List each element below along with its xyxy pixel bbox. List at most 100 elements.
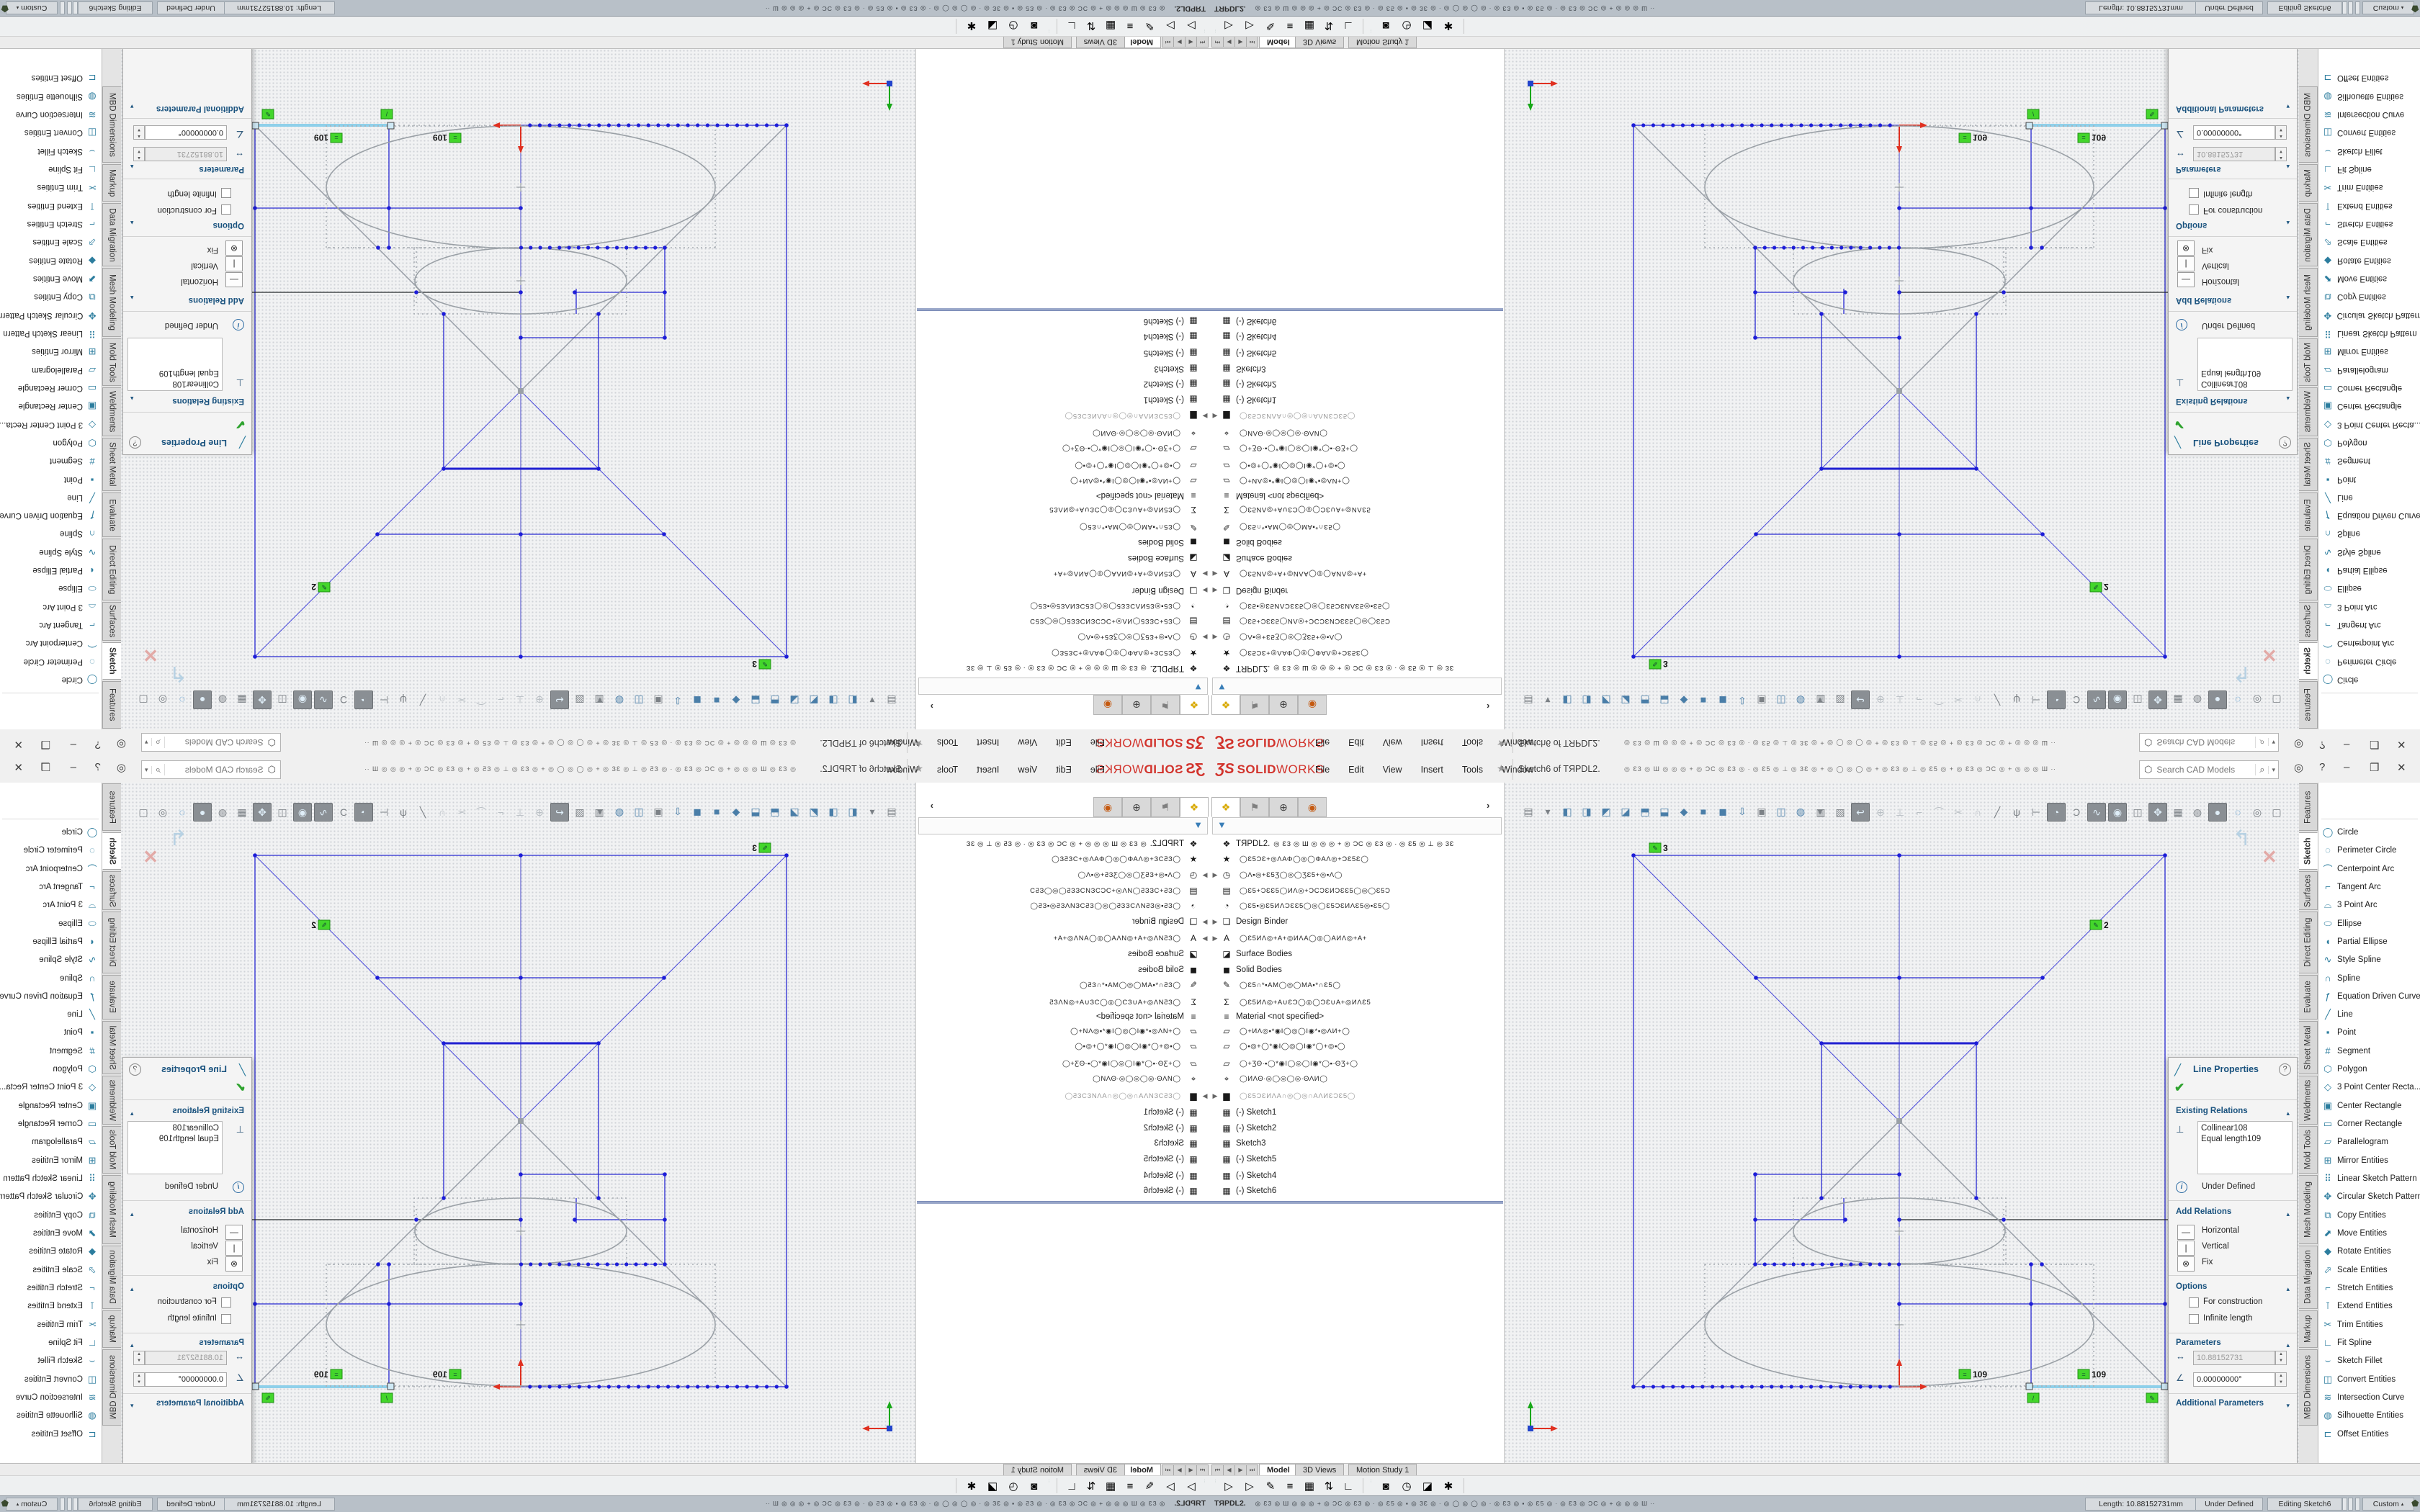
- commandmanager-tab[interactable]: Evaluate: [102, 975, 121, 1020]
- relation-vertical[interactable]: | Vertical: [123, 256, 251, 271]
- flyout-scale-entities[interactable]: ⬀ Scale Entities: [2318, 233, 2420, 251]
- compare-icon[interactable]: ▷: [1183, 17, 1200, 35]
- flyout-silhouette-entities[interactable]: ◍ Silhouette Entities: [0, 88, 102, 106]
- tree-row-history[interactable]: ▶ ◷ ◯Λ▪◎+Ɛ5Ʒ◯◎◯ƷƐ5+◎▪Λ◯: [1210, 867, 1343, 883]
- flyout-centerpoint-arc[interactable]: ⌒ Centerpoint Arc: [2318, 860, 2420, 878]
- table-icon[interactable]: ▦: [1301, 1477, 1318, 1495]
- tab-scroll-prev-button[interactable]: ◀: [1223, 36, 1235, 48]
- spinner-control[interactable]: ▲▼: [2275, 147, 2287, 161]
- parameter-input[interactable]: 0.00000000°: [145, 1372, 227, 1387]
- flyout-3-point-arc[interactable]: ⌓ 3 Point Arc: [2318, 896, 2420, 914]
- flyout-partial-ellipse[interactable]: ◖ Partial Ellipse: [0, 932, 102, 950]
- tree-row-favorites[interactable]: ★ ◯Ɛ5ƆƐ+◎ΛΑΦ◯◎◯ΦΑΛ◎+ƆƐ5Ɛ◯: [1210, 645, 1369, 661]
- menu-item[interactable]: View: [1379, 762, 1407, 778]
- commandmanager-tab[interactable]: Markup: [102, 164, 121, 202]
- flyout-move-entities[interactable]: ⬈ Move Entities: [0, 270, 102, 288]
- relation-fix[interactable]: ⊗ Fix: [123, 1256, 251, 1272]
- clock-status-icon[interactable]: ◷: [1398, 17, 1415, 35]
- toolbar-drag-handle[interactable]: ⋮⋮⋮: [1204, 1478, 1207, 1493]
- chart-icon[interactable]: ∟: [1340, 1477, 1357, 1495]
- unit-system-dropdown[interactable]: Custom ▴: [2362, 1498, 2414, 1511]
- flyout-style-spline[interactable]: ∿ Style Spline: [0, 544, 102, 562]
- tree-row-locked-folder[interactable]: ▶ ▆ ◯Ɛ5ƆƐИΛΑ∩◎◯◎∩ΑΛИƐƆƐ5◯: [1065, 1088, 1210, 1104]
- flyout-move-entities[interactable]: ⬈ Move Entities: [2318, 270, 2420, 288]
- menu-item[interactable]: File: [1086, 735, 1109, 751]
- relation-fix[interactable]: ⊗ Fix: [123, 240, 251, 256]
- spinner-control[interactable]: ▲▼: [2275, 1351, 2287, 1365]
- relation-button[interactable]: ⊗: [2177, 240, 2195, 256]
- configurationmanager-tab[interactable]: ⊕: [1122, 797, 1151, 817]
- menu-item[interactable]: Tools: [933, 735, 962, 751]
- flyout-equation-driven-curve[interactable]: ƒ Equation Driven Curve: [2318, 987, 2420, 1005]
- add-relations-header[interactable]: Add Relations: [2176, 296, 2231, 305]
- checkbox[interactable]: [221, 1314, 231, 1324]
- tree-splitter[interactable]: [917, 308, 1210, 311]
- tree-row-locked-folder[interactable]: ▶ ▆ ◯Ɛ5ƆƐИΛΑ∩◎◯◎∩ΑΛИƐƆƐ5◯: [1065, 408, 1210, 424]
- flyout-style-spline[interactable]: ∿ Style Spline: [2318, 544, 2420, 562]
- tree-row-design-binder[interactable]: ▶ ❏ Design Binder: [1129, 582, 1210, 598]
- account-icon[interactable]: ◎: [117, 738, 126, 751]
- tree-row-annotations[interactable]: ▶ A ◯Ɛ5ИΛ◎+Α+◎ИΛΑ◯◎◯ΑИΛ◎+Α+: [1210, 930, 1367, 946]
- relation-button[interactable]: —: [225, 1225, 243, 1240]
- tree-row-origin[interactable]: ⌖ ◯ИΛΘ∙◎◯◎◯◎∙ΘΛИ◯: [1210, 426, 1327, 441]
- flyout-trim-entities[interactable]: ✂ Trim Entities: [2318, 179, 2420, 197]
- tree-row-front-plane[interactable]: ▱ ◯+ИΛ◎▪*◉Ι◯◎◯Ι◉*▪◎ΛИ+◯: [1070, 473, 1210, 489]
- stack-icon[interactable]: ▷: [1162, 1477, 1179, 1495]
- flyout-center-rectangle[interactable]: ▣ Center Rectangle: [2318, 1097, 2420, 1115]
- parameters-header[interactable]: Parameters: [199, 165, 244, 174]
- tree-row-sketch3[interactable]: ▦ Sketch3: [1210, 361, 1270, 377]
- table-icon[interactable]: ▦: [1301, 17, 1318, 35]
- tag-icon[interactable]: ⬟: [1, 1498, 9, 1508]
- options-header[interactable]: Options: [213, 221, 244, 230]
- spinner-control[interactable]: ▲▼: [133, 125, 145, 140]
- flyout-center-rectangle[interactable]: ▣ Center Rectangle: [2318, 397, 2420, 415]
- close-button[interactable]: ✕: [14, 738, 23, 751]
- commandmanager-tab[interactable]: MBD Dimensions: [2299, 86, 2318, 163]
- flyout-copy-entities[interactable]: ⧉ Copy Entities: [2318, 288, 2420, 306]
- tree-row-right-plane[interactable]: ▱ ◯+ƷΘ∙▪◯*◉Ι◯◎◯Ι◉*◯▪∙ΘƷ+◯: [1062, 441, 1210, 456]
- menu-item[interactable]: Insert: [1417, 762, 1448, 778]
- panel-expand-chevron-icon[interactable]: ›: [931, 800, 933, 811]
- pm-help-icon[interactable]: ?: [2279, 436, 2291, 449]
- tree-row-locked-folder[interactable]: ▶ ▆ ◯Ɛ5ƆƐИΛΑ∩◎◯◎∩ΑΛИƐƆƐ5◯: [1210, 1088, 1355, 1104]
- panel-expand-chevron-icon[interactable]: ›: [1487, 800, 1489, 811]
- parameters-header[interactable]: Parameters: [2176, 1338, 2221, 1347]
- menu-item[interactable]: Insert: [972, 735, 1003, 751]
- flyout-convert-entities[interactable]: ◫ Convert Entities: [0, 124, 102, 142]
- parameter-input[interactable]: 0.00000000°: [145, 125, 227, 140]
- flyout-3-point-arc[interactable]: ⌓ 3 Point Arc: [2318, 598, 2420, 616]
- checkbox[interactable]: [2189, 1297, 2199, 1308]
- tree-row-selection-sets[interactable]: ▤ ◯Ɛ5+ƆƐƐ5◯ИΛ◎+ƆCƆƐИƆƐƐ5◯◎◯Ɛ5Ɔ: [1030, 613, 1210, 629]
- checkbox[interactable]: [2189, 1314, 2199, 1324]
- flyout-tangent-arc[interactable]: ⌐ Tangent Arc: [0, 878, 102, 896]
- tab-scroll-first-button[interactable]: ⏮: [1211, 36, 1224, 48]
- tree-row-material[interactable]: ≡ Material <not specified>: [1210, 487, 1327, 503]
- tree-row-design-binder[interactable]: ▶ ❏ Design Binder: [1210, 914, 1291, 930]
- checkbox[interactable]: [221, 1297, 231, 1308]
- flyout-rotate-entities[interactable]: ◆ Rotate Entities: [2318, 252, 2420, 270]
- commandmanager-tab[interactable]: Mesh Modeling: [102, 268, 121, 337]
- pin-icon[interactable]: ★: [914, 737, 923, 750]
- menu-item[interactable]: File: [1311, 735, 1334, 751]
- flyout-extend-entities[interactable]: ⊺ Extend Entities: [2318, 1297, 2420, 1315]
- camera-status-icon[interactable]: ◙: [1026, 1477, 1043, 1495]
- flyout-corner-rectangle[interactable]: ▭ Corner Rectangle: [0, 379, 102, 397]
- flyout-centerpoint-arc[interactable]: ⌒ Centerpoint Arc: [2318, 634, 2420, 652]
- tab-motion-study-1[interactable]: Motion Study 1: [1348, 35, 1417, 48]
- tab-scroll-next-button[interactable]: ▶: [1173, 36, 1186, 48]
- flyout-perimeter-circle[interactable]: ◌ Perimeter Circle: [0, 841, 102, 859]
- search-input[interactable]: ⬡ Search CAD Models ⌕ ▾: [141, 733, 281, 752]
- expand-arrow-icon[interactable]: ▶: [1210, 634, 1220, 642]
- flyout-segment[interactable]: # Segment: [0, 452, 102, 470]
- toolbar-drag-handle[interactable]: ⋮⋮⋮: [1049, 1478, 1052, 1493]
- commandmanager-tab[interactable]: Features: [102, 681, 121, 729]
- chart-icon[interactable]: ∟: [1063, 17, 1080, 35]
- chart-icon[interactable]: ∟: [1340, 17, 1357, 35]
- expand-arrow-icon[interactable]: ▶: [1200, 570, 1210, 578]
- tree-row-origin[interactable]: ⌖ ◯ИΛΘ∙◎◯◎◯◎∙ΘΛИ◯: [1093, 1071, 1210, 1086]
- relation-button[interactable]: ⊗: [2177, 1256, 2195, 1272]
- tree-row-sketch3[interactable]: ▦ Sketch3: [1150, 361, 1210, 377]
- tree-row-favorites[interactable]: ★ ◯Ɛ5ƆƐ+◎ΛΑΦ◯◎◯ΦΑΛ◎+ƆƐ5Ɛ◯: [1210, 851, 1369, 867]
- tree-row-right-plane[interactable]: ▱ ◯+ƷΘ∙▪◯*◉Ι◯◎◯Ι◉*◯▪∙ΘƷ+◯: [1210, 1056, 1358, 1071]
- flyout-copy-entities[interactable]: ⧉ Copy Entities: [0, 288, 102, 306]
